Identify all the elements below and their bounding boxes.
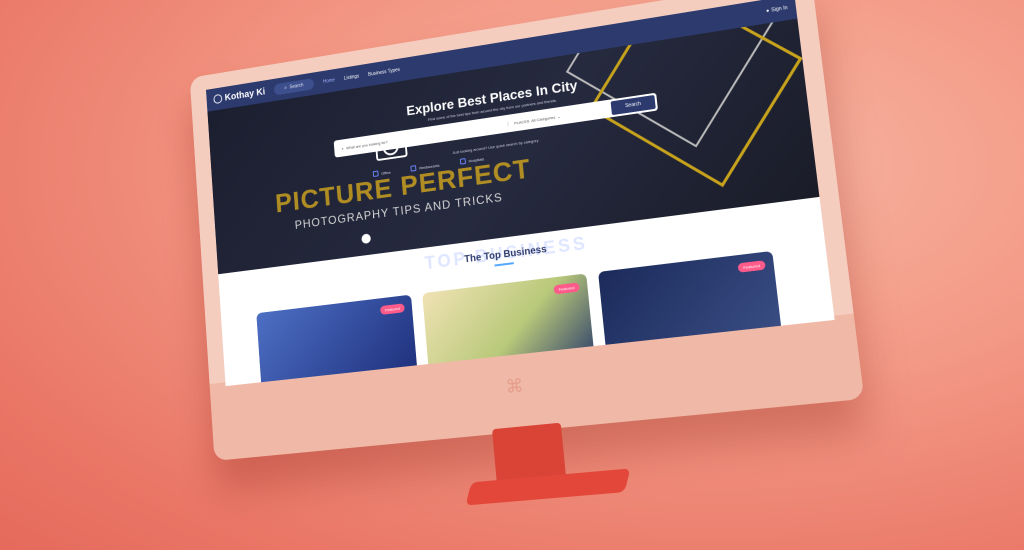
- monitor: ⌘ Kothay Ki ⌕ Search Home Listings Busin…: [189, 0, 895, 519]
- brand-logo[interactable]: Kothay Ki: [213, 86, 266, 105]
- sign-in-link[interactable]: ● Sign In: [766, 5, 788, 14]
- user-icon: ●: [765, 7, 770, 15]
- sign-in-label: Sign In: [771, 4, 788, 14]
- apple-logo-icon: ⌘: [504, 375, 525, 398]
- website-screen: Kothay Ki ⌕ Search Home Listings Busines…: [205, 0, 835, 387]
- category-label: Office: [380, 169, 391, 176]
- keyword-placeholder: What are you looking for?: [346, 138, 388, 150]
- search-icon: ⌕: [284, 85, 288, 92]
- category-select[interactable]: PLACES All Categories ⌄: [507, 105, 612, 127]
- restaurant-icon: [410, 165, 417, 172]
- brand-icon: [213, 93, 223, 105]
- nav-search-label: Search: [289, 82, 304, 91]
- featured-badge: Featured: [737, 260, 766, 273]
- avatar: [361, 233, 372, 245]
- nav-search-button[interactable]: ⌕ Search: [273, 78, 315, 96]
- nav-link-listings[interactable]: Listings: [344, 74, 360, 82]
- featured-badge: Featured: [379, 303, 405, 315]
- nav-link-home[interactable]: Home: [323, 77, 335, 84]
- places-label: PLACES: [513, 118, 530, 126]
- category-placeholder: All Categories: [530, 114, 556, 123]
- featured-badge: Featured: [553, 282, 580, 295]
- brand-name: Kothay Ki: [224, 86, 266, 103]
- nav-link-business-types[interactable]: Business Types: [368, 67, 400, 78]
- mockup-stage: ⌘ Kothay Ki ⌕ Search Home Listings Busin…: [0, 0, 1024, 550]
- chevron-down-icon: ⌄: [556, 113, 561, 119]
- office-icon: [372, 170, 379, 178]
- hospital-icon: [459, 158, 466, 165]
- search-icon: ⌕: [341, 145, 344, 151]
